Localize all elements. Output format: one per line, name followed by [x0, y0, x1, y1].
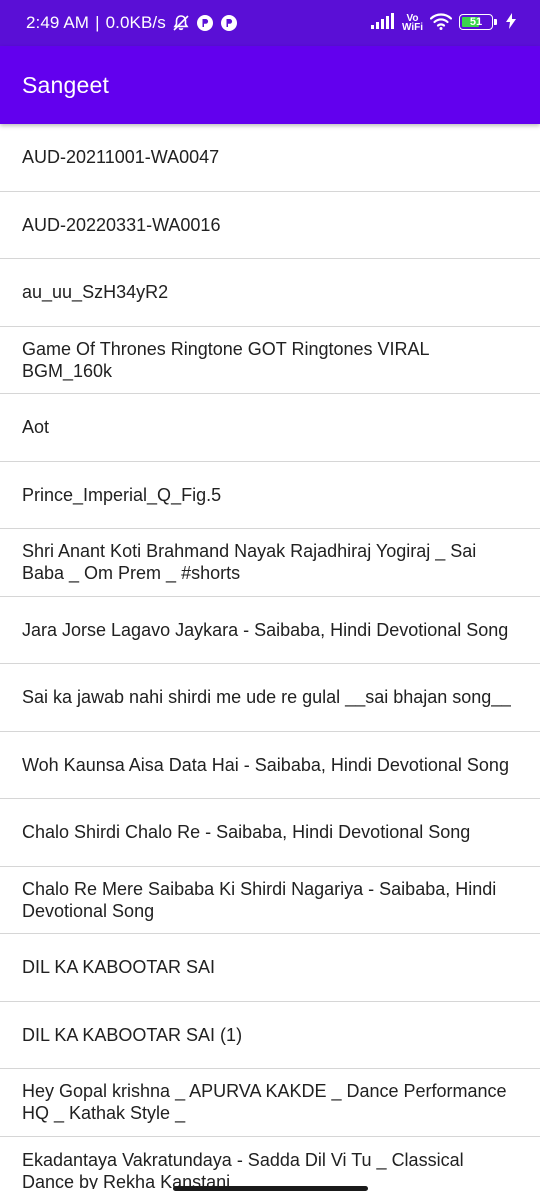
song-title: AUD-20211001-WA0047: [22, 147, 220, 168]
song-list-item[interactable]: Game Of Thrones Ringtone GOT Ringtones V…: [0, 327, 540, 394]
battery-level: 51: [469, 16, 483, 28]
song-title: Prince_Imperial_Q_Fig.5: [22, 484, 222, 505]
app-notification-icon: [220, 14, 238, 32]
wifi-icon: [429, 12, 453, 35]
status-net-speed: 0.0KB/s: [105, 13, 166, 32]
song-title: Jara Jorse Lagavo Jaykara - Saibaba, Hin…: [22, 619, 509, 640]
song-title: au_uu_SzH34yR2: [22, 282, 169, 303]
song-title: Chalo Shirdi Chalo Re - Saibaba, Hindi D…: [22, 822, 471, 843]
song-title: Sai ka jawab nahi shirdi me ude re gulal…: [22, 687, 512, 708]
app-screen: 2:49 AM | 0.0KB/s Vo WiFi 51 Sangeet AUD…: [0, 0, 540, 1200]
battery-icon: 51: [459, 14, 499, 32]
song-list-item[interactable]: DIL KA KABOOTAR SAI: [0, 934, 540, 1002]
song-title: Woh Kaunsa Aisa Data Hai - Saibaba, Hind…: [22, 754, 509, 775]
song-list-item[interactable]: Hey Gopal krishna _ APURVA KAKDE _ Dance…: [0, 1069, 540, 1137]
song-title: DIL KA KABOOTAR SAI: [22, 957, 216, 978]
app-notification-icon: [196, 14, 214, 32]
song-title: Ekadantaya Vakratundaya - Sadda Dil Vi T…: [22, 1149, 464, 1189]
mute-alarm-icon: [172, 14, 190, 32]
status-time: 2:49 AM: [26, 13, 90, 32]
song-list-item[interactable]: Woh Kaunsa Aisa Data Hai - Saibaba, Hind…: [0, 732, 540, 799]
song-title: Shri Anant Koti Brahmand Nayak Rajadhira…: [22, 541, 477, 584]
home-indicator[interactable]: [173, 1186, 368, 1191]
song-list-item[interactable]: Chalo Re Mere Saibaba Ki Shirdi Nagariya…: [0, 867, 540, 934]
status-left: 2:49 AM | 0.0KB/s: [26, 13, 238, 33]
app-bar: Sangeet: [0, 46, 540, 124]
song-list-item[interactable]: Jara Jorse Lagavo Jaykara - Saibaba, Hin…: [0, 597, 540, 664]
song-title: DIL KA KABOOTAR SAI (1): [22, 1024, 243, 1045]
song-list-item[interactable]: Shri Anant Koti Brahmand Nayak Rajadhira…: [0, 529, 540, 597]
song-title: Game Of Thrones Ringtone GOT Ringtones V…: [22, 338, 429, 381]
app-title: Sangeet: [22, 71, 110, 98]
status-bar: 2:49 AM | 0.0KB/s Vo WiFi 51: [0, 0, 540, 46]
song-list-item[interactable]: Chalo Shirdi Chalo Re - Saibaba, Hindi D…: [0, 799, 540, 867]
song-list-item[interactable]: AUD-20220331-WA0016: [0, 192, 540, 259]
song-list-item[interactable]: Prince_Imperial_Q_Fig.5: [0, 462, 540, 529]
song-list-item[interactable]: AUD-20211001-WA0047: [0, 124, 540, 192]
song-title: Hey Gopal krishna _ APURVA KAKDE _ Dance…: [22, 1081, 507, 1124]
status-right: Vo WiFi 51: [370, 12, 516, 35]
charging-icon: [506, 12, 516, 34]
song-list-item[interactable]: DIL KA KABOOTAR SAI (1): [0, 1002, 540, 1069]
signal-icon: [370, 12, 395, 34]
song-list[interactable]: AUD-20211001-WA0047 AUD-20220331-WA0016 …: [0, 124, 540, 1200]
song-title: Aot: [22, 417, 50, 438]
song-list-item[interactable]: au_uu_SzH34yR2: [0, 259, 540, 327]
vowifi-wifi: WiFi: [401, 22, 423, 33]
song-list-item[interactable]: Aot: [0, 394, 540, 462]
song-list-item[interactable]: Sai ka jawab nahi shirdi me ude re gulal…: [0, 664, 540, 732]
song-title: Chalo Re Mere Saibaba Ki Shirdi Nagariya…: [22, 878, 497, 921]
song-title: AUD-20220331-WA0016: [22, 214, 221, 235]
vowifi-indicator: Vo WiFi: [401, 14, 423, 33]
status-separator: |: [95, 13, 100, 32]
